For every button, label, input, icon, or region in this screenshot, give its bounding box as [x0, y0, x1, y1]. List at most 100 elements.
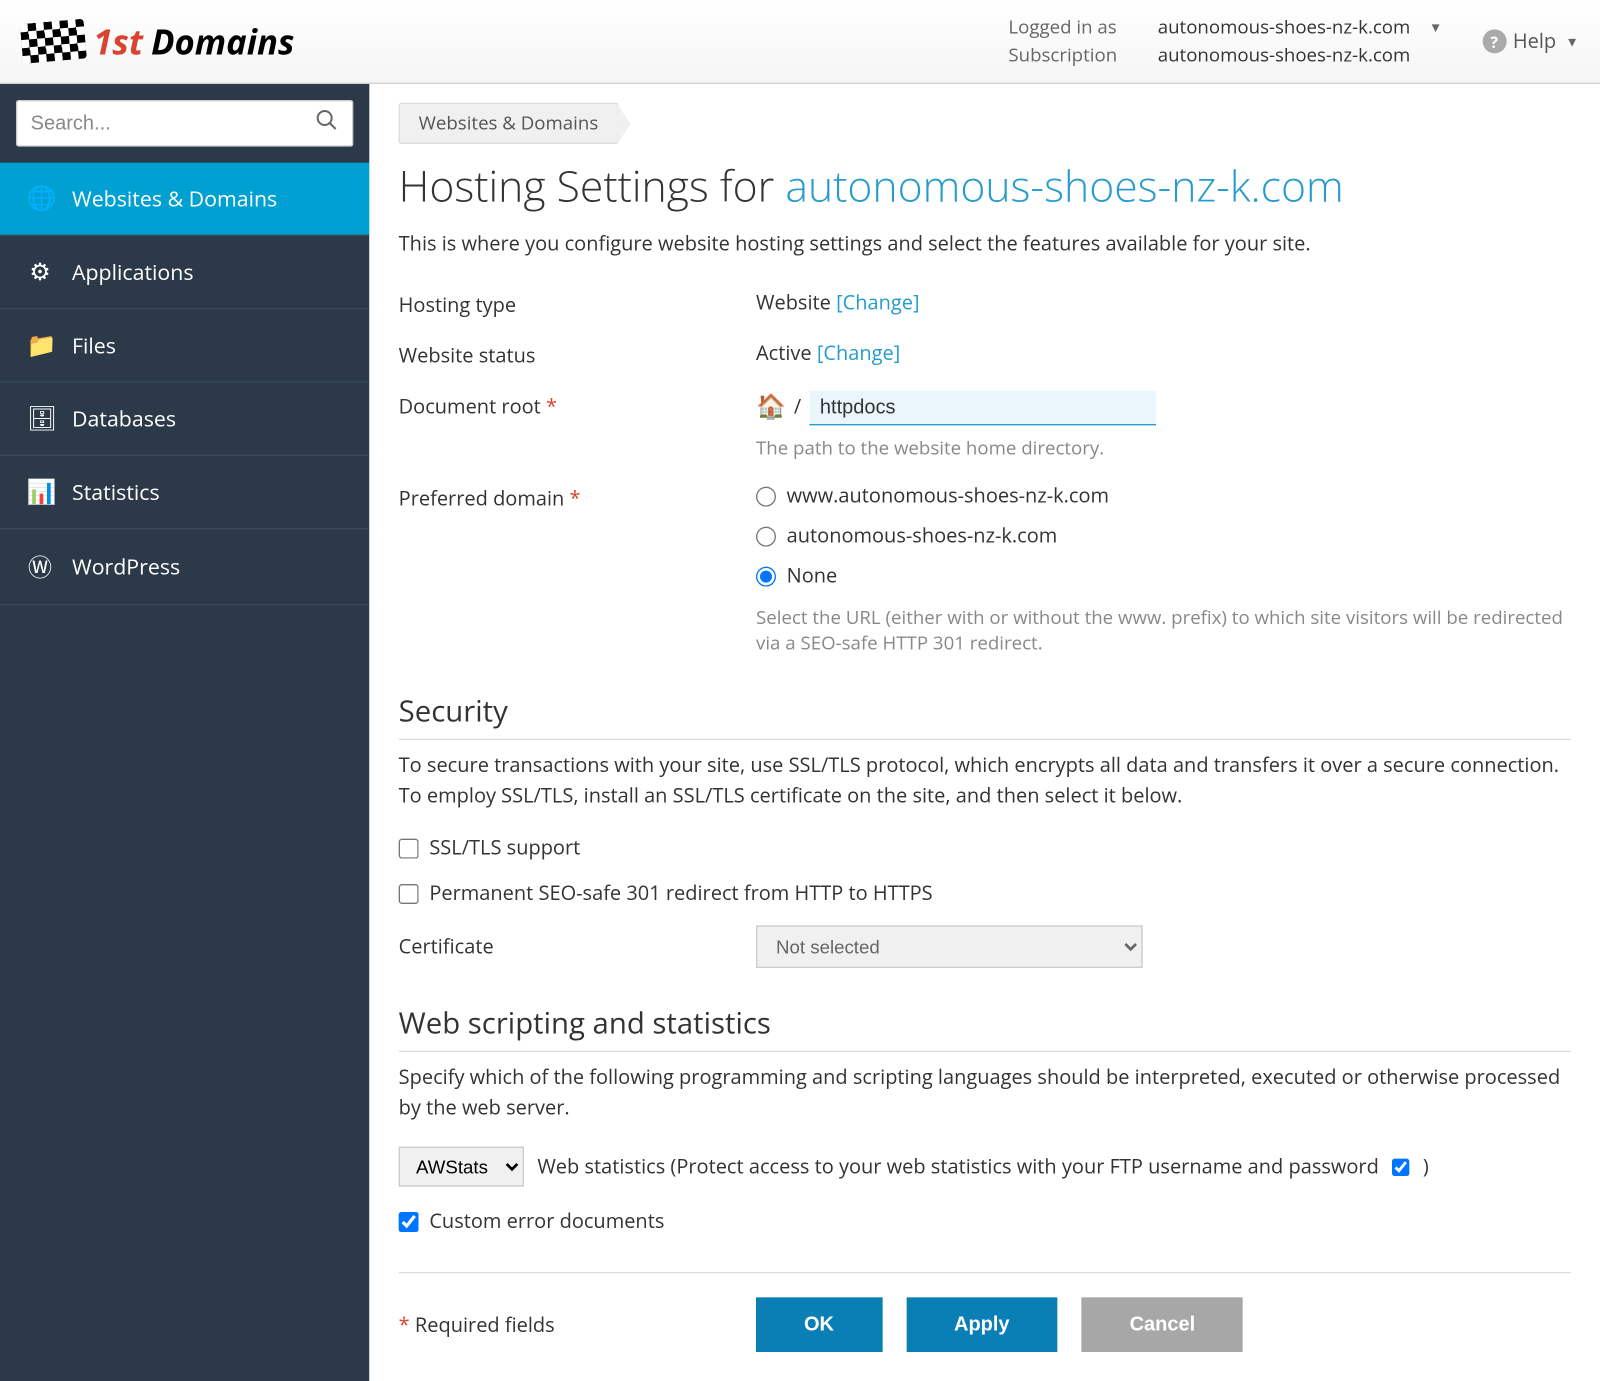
- hosting-type-value: Website: [756, 289, 831, 316]
- sidebar-item-files[interactable]: 📁 Files: [0, 309, 369, 382]
- checkered-flag-icon: [20, 19, 87, 64]
- logged-in-value: autonomous-shoes-nz-k.com: [1158, 13, 1411, 41]
- required-asterisk: *: [570, 485, 581, 512]
- page-title-prefix: Hosting Settings for: [399, 157, 786, 214]
- security-desc: To secure transactions with your site, u…: [399, 751, 1571, 811]
- radio-input[interactable]: [756, 526, 776, 546]
- web-statistics-row: AWStats Web statistics (Protect access t…: [399, 1147, 1571, 1187]
- search-box[interactable]: [16, 100, 353, 147]
- logged-in-label: Logged in as: [1008, 13, 1141, 41]
- stats-section-title: Web scripting and statistics: [399, 1003, 1571, 1052]
- ssl-support-label: SSL/TLS support: [429, 835, 580, 862]
- search-wrap: [0, 84, 369, 163]
- preferred-domain-option-nowww[interactable]: autonomous-shoes-nz-k.com: [756, 523, 1571, 550]
- docroot-hint: The path to the website home directory.: [756, 436, 1571, 461]
- help-dropdown[interactable]: ? Help ▼: [1482, 28, 1578, 55]
- required-asterisk: *: [546, 393, 557, 420]
- wordpress-icon: Ⓦ: [27, 549, 54, 584]
- sidebar-item-label: Applications: [72, 257, 194, 286]
- top-header: 1st Domains Logged in as autonomous-shoe…: [0, 0, 1600, 84]
- certificate-label: Certificate: [399, 933, 756, 960]
- ssl-support-checkbox-row[interactable]: SSL/TLS support: [399, 835, 1571, 862]
- status-value: Active: [756, 340, 812, 367]
- status-row: Website status Active [Change]: [399, 340, 1571, 369]
- caret-down-icon: ▼: [1429, 17, 1442, 37]
- chart-icon: 📊: [27, 476, 54, 508]
- ok-button[interactable]: OK: [756, 1297, 882, 1352]
- sidebar-item-label: Statistics: [72, 477, 160, 506]
- subscription-value: autonomous-shoes-nz-k.com: [1158, 41, 1411, 69]
- breadcrumb-bar: Websites & Domains: [399, 84, 1571, 157]
- required-asterisk: *: [399, 1311, 410, 1338]
- home-icon: 🏠: [756, 391, 786, 423]
- sidebar-item-label: WordPress: [72, 552, 180, 581]
- custom-errors-label: Custom error documents: [429, 1208, 664, 1235]
- help-label: Help: [1513, 28, 1556, 55]
- seo-redirect-checkbox-row[interactable]: Permanent SEO-safe 301 redirect from HTT…: [399, 880, 1571, 907]
- sidebar-item-label: Websites & Domains: [72, 184, 277, 213]
- custom-errors-checkbox-row[interactable]: Custom error documents: [399, 1208, 1571, 1235]
- ssl-support-checkbox[interactable]: [399, 838, 419, 858]
- closing-paren: ): [1423, 1153, 1429, 1180]
- folder-icon: 📁: [27, 329, 54, 361]
- help-icon: ?: [1482, 29, 1506, 53]
- page-title: Hosting Settings for autonomous-shoes-nz…: [399, 157, 1571, 214]
- status-label: Website status: [399, 340, 756, 369]
- preferred-domain-row: Preferred domain * www.autonomous-shoes-…: [399, 483, 1571, 656]
- apply-button[interactable]: Apply: [906, 1297, 1058, 1352]
- docroot-input[interactable]: [809, 391, 1156, 426]
- logo-text: Domains: [151, 17, 294, 65]
- radio-label: autonomous-shoes-nz-k.com: [787, 523, 1058, 550]
- preferred-domain-radios: www.autonomous-shoes-nz-k.com autonomous…: [756, 483, 1571, 590]
- statistics-select[interactable]: AWStats: [399, 1147, 524, 1187]
- cancel-button[interactable]: Cancel: [1082, 1297, 1244, 1352]
- header-login-info: Logged in as autonomous-shoes-nz-k.com ▼…: [1008, 13, 1442, 69]
- logo-prefix: 1st: [93, 17, 143, 65]
- sidebar-item-wordpress[interactable]: Ⓦ WordPress: [0, 529, 369, 605]
- certificate-select[interactable]: Not selected: [756, 925, 1143, 968]
- logged-in-row[interactable]: Logged in as autonomous-shoes-nz-k.com ▼: [1008, 13, 1442, 41]
- sidebar-item-statistics[interactable]: 📊 Statistics: [0, 456, 369, 529]
- sidebar-item-databases[interactable]: 🗄 Databases: [0, 383, 369, 456]
- custom-errors-checkbox[interactable]: [399, 1211, 419, 1231]
- preferred-domain-label: Preferred domain: [399, 485, 565, 512]
- path-separator: /: [794, 391, 801, 420]
- radio-label: None: [787, 563, 838, 590]
- preferred-domain-option-www[interactable]: www.autonomous-shoes-nz-k.com: [756, 483, 1571, 510]
- preferred-domain-hint: Select the URL (either with or without t…: [756, 605, 1571, 656]
- button-bar: * Required fields OK Apply Cancel: [399, 1272, 1571, 1352]
- sidebar-item-label: Databases: [72, 404, 176, 433]
- subscription-row[interactable]: Subscription autonomous-shoes-nz-k.com: [1008, 41, 1442, 69]
- search-input[interactable]: [31, 112, 315, 135]
- radio-input[interactable]: [756, 566, 776, 586]
- required-fields-label: Required fields: [415, 1311, 555, 1338]
- hosting-type-label: Hosting type: [399, 289, 756, 318]
- certificate-row: Certificate Not selected: [399, 925, 1571, 968]
- protect-stats-checkbox[interactable]: [1392, 1158, 1409, 1175]
- sidebar-item-websites-domains[interactable]: 🌐 Websites & Domains: [0, 163, 369, 236]
- radio-input[interactable]: [756, 486, 776, 506]
- radio-label: www.autonomous-shoes-nz-k.com: [787, 483, 1109, 510]
- brand-logo[interactable]: 1st Domains: [21, 17, 294, 65]
- hosting-type-change-link[interactable]: [Change]: [836, 289, 919, 316]
- statistics-label: Web statistics (Protect access to your w…: [537, 1153, 1379, 1180]
- status-change-link[interactable]: [Change]: [817, 340, 900, 367]
- sidebar-item-applications[interactable]: ⚙ Applications: [0, 236, 369, 309]
- stats-desc: Specify which of the following programmi…: [399, 1063, 1571, 1123]
- database-icon: 🗄: [27, 403, 54, 435]
- docroot-label: Document root: [399, 393, 541, 420]
- logo-area: 1st Domains: [21, 17, 294, 65]
- subscription-label: Subscription: [1008, 41, 1141, 69]
- seo-redirect-label: Permanent SEO-safe 301 redirect from HTT…: [429, 880, 932, 907]
- preferred-domain-option-none[interactable]: None: [756, 563, 1571, 590]
- security-section-title: Security: [399, 691, 1571, 740]
- main-content: Websites & Domains Hosting Settings for …: [369, 84, 1600, 1381]
- caret-down-icon: ▼: [1565, 32, 1578, 51]
- page-title-domain: autonomous-shoes-nz-k.com: [785, 157, 1343, 214]
- sidebar-item-label: Files: [72, 331, 116, 360]
- seo-redirect-checkbox[interactable]: [399, 883, 419, 903]
- breadcrumb[interactable]: Websites & Domains: [399, 103, 619, 144]
- globe-icon: 🌐: [27, 183, 54, 215]
- hosting-type-row: Hosting type Website [Change]: [399, 289, 1571, 318]
- docroot-row: Document root * 🏠 / The path to the webs…: [399, 391, 1571, 462]
